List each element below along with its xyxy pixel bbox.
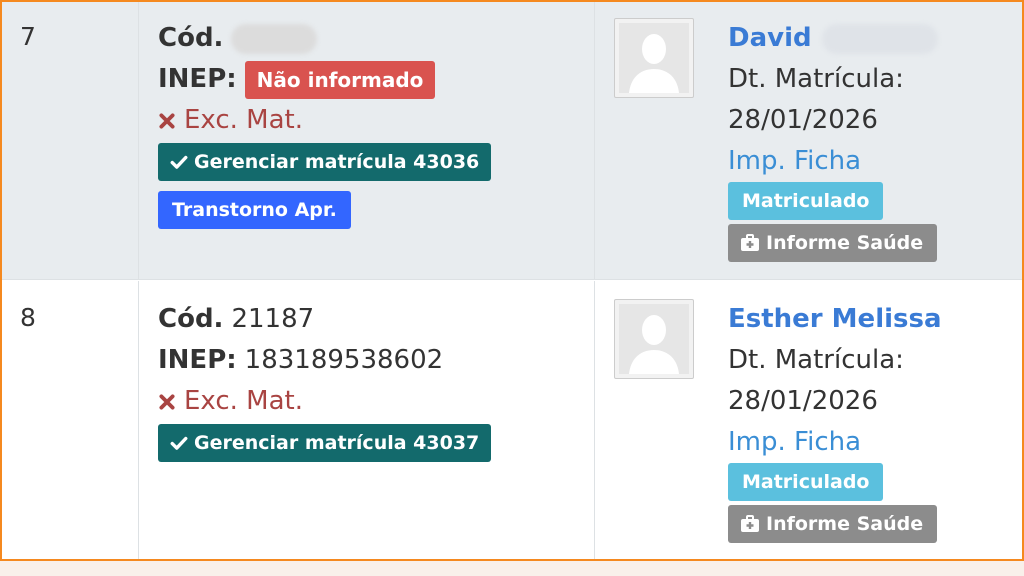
student-info-cell: Cód. INEP: Não informado Exc. Mat. Geren… [158,18,578,229]
table-row: 7 Cód. INEP: Não informado Exc. Mat. Ger… [2,2,1022,280]
times-icon [159,393,175,410]
health-report-label: Informe Saúde [766,232,924,254]
cod-label: Cód. [158,23,224,53]
avatar [614,299,694,379]
table-row: 8 Cód. 21187 INEP: 183189538602 Exc. Mat… [2,281,1022,559]
exclude-enrollment-link[interactable]: Exc. Mat. [158,100,578,141]
inep-label: INEP: [158,345,237,375]
learning-disorder-button[interactable]: Transtorno Apr. [158,191,351,229]
cod-line: Cód. 21187 [158,299,578,340]
row-index: 8 [20,303,36,332]
health-report-button[interactable]: Informe Saúde [728,505,938,543]
inep-line: INEP: 183189538602 [158,340,578,381]
manage-wrap: Gerenciar matrícula 43037 [158,424,578,462]
inep-value: 183189538602 [244,345,444,375]
cod-label: Cód. [158,304,224,334]
manage-enrollment-button[interactable]: Gerenciar matrícula 43037 [158,424,492,462]
status-badge: Matriculado [728,182,884,220]
inep-label: INEP: [158,64,237,94]
student-name-link[interactable]: Esther Melissa [728,299,1008,340]
student-info-cell: Cód. 21187 INEP: 183189538602 Exc. Mat. … [158,299,578,462]
enrollment-date-label: Dt. Matrícula: [728,345,904,375]
column-divider [594,2,595,279]
user-silhouette-icon [619,23,689,93]
status-badge: Matriculado [728,463,884,501]
exclude-label: Exc. Mat. [184,105,304,135]
enrollment-date-label: Dt. Matrícula: [728,64,904,94]
student-name-link[interactable]: David [728,18,1008,59]
enrollment-date-value: 28/01/2026 [728,105,878,135]
avatar [614,18,694,98]
times-icon [159,112,175,129]
tag-wrap: Transtorno Apr. [158,191,578,229]
enrollment-table: 7 Cód. INEP: Não informado Exc. Mat. Ger… [0,0,1024,561]
cod-line: Cód. [158,18,578,59]
check-icon [170,436,188,450]
cod-value: 21187 [231,304,315,334]
enrollment-date-value: 28/01/2026 [728,386,878,416]
manage-enrollment-label: Gerenciar matrícula 43036 [194,151,480,173]
print-form-link[interactable]: Imp. Ficha [728,422,1008,463]
medkit-icon [741,234,759,251]
cod-value-redacted [231,23,318,54]
student-detail-cell: David Dt. Matrícula: 28/01/2026 Imp. Fic… [728,18,1008,262]
manage-enrollment-button[interactable]: Gerenciar matrícula 43036 [158,143,492,181]
user-silhouette-icon [619,304,689,374]
health-report-button[interactable]: Informe Saúde [728,224,938,262]
manage-wrap: Gerenciar matrícula 43036 [158,143,578,181]
inep-missing-badge: Não informado [244,60,436,99]
print-form-link[interactable]: Imp. Ficha [728,141,1008,182]
medkit-icon [741,515,759,532]
column-divider [138,281,139,559]
student-detail-cell: Esther Melissa Dt. Matrícula: 28/01/2026… [728,299,1008,543]
column-divider [138,2,139,279]
check-icon [170,155,188,169]
inep-line: INEP: Não informado [158,59,578,100]
exclude-label: Exc. Mat. [184,386,304,416]
exclude-enrollment-link[interactable]: Exc. Mat. [158,381,578,422]
manage-enrollment-label: Gerenciar matrícula 43037 [194,432,480,454]
health-report-label: Informe Saúde [766,513,924,535]
row-index: 7 [20,22,36,51]
surname-redacted [821,23,938,54]
column-divider [594,281,595,559]
